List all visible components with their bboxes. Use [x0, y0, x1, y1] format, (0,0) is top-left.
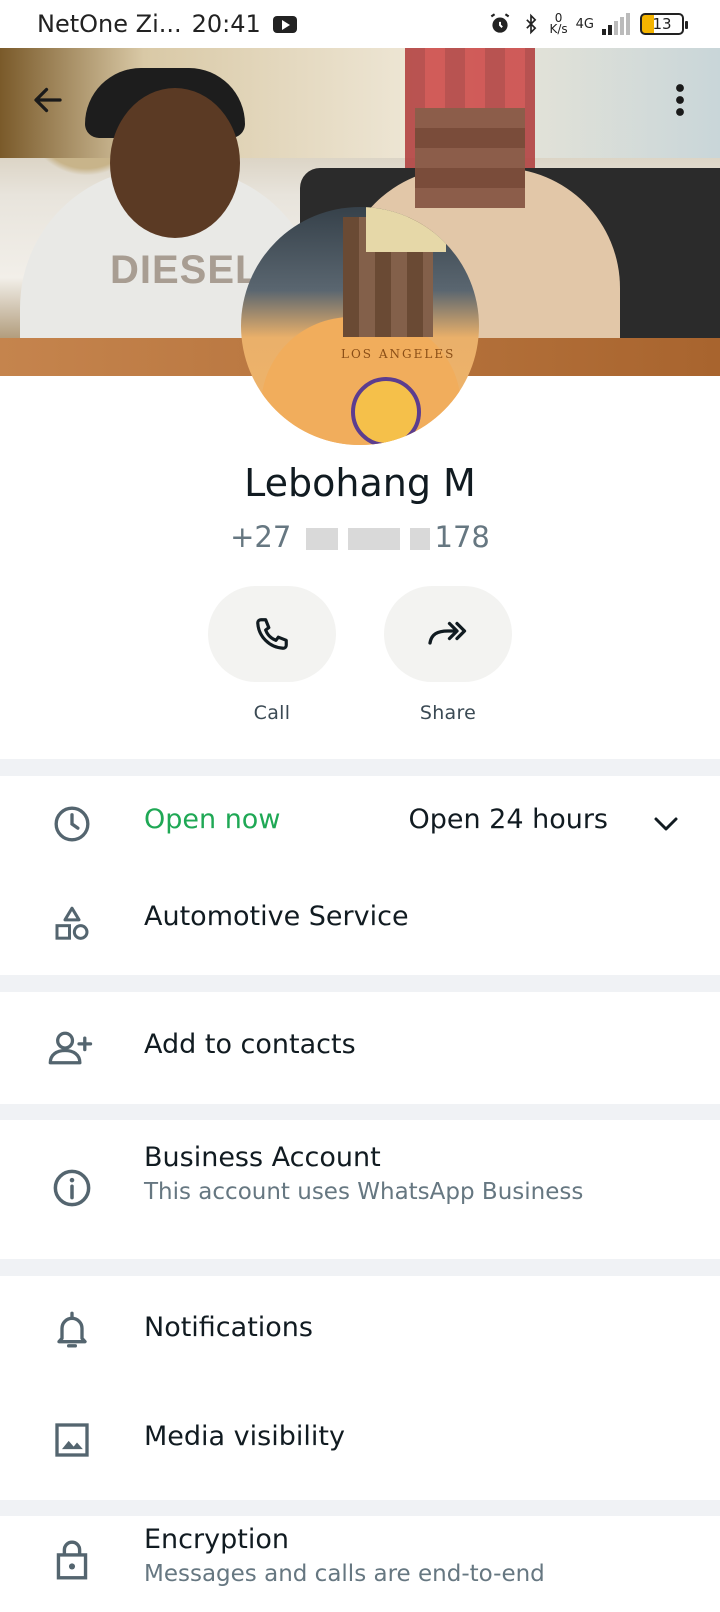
- bell-icon: [48, 1306, 96, 1354]
- phone-prefix: +27: [230, 520, 292, 554]
- media-visibility-row[interactable]: Media visibility: [0, 1388, 720, 1500]
- business-hours-card: Open now Open 24 hours Automotive Servic…: [0, 776, 720, 975]
- add-contact-label: Add to contacts: [144, 1029, 356, 1060]
- preferences-card: Notifications Media visibility: [0, 1276, 720, 1500]
- redacted-block: [409, 528, 430, 550]
- phone-icon: [256, 618, 288, 650]
- hours-row[interactable]: Open now Open 24 hours: [0, 776, 720, 872]
- business-title: Business Account: [144, 1142, 381, 1173]
- redacted-block: [305, 528, 338, 550]
- cover-shirt-text: DIESEL: [110, 248, 261, 292]
- battery-level: 13: [652, 15, 672, 33]
- category-label: Automotive Service: [144, 901, 409, 932]
- time-label: 20:41: [191, 10, 261, 38]
- business-subtitle: This account uses WhatsApp Business: [144, 1179, 584, 1205]
- business-account-card[interactable]: Business Account This account uses Whats…: [0, 1120, 720, 1259]
- hours-value: Open 24 hours: [408, 804, 608, 835]
- media-visibility-label: Media visibility: [144, 1421, 345, 1452]
- avatar[interactable]: LOS ANGELES: [241, 207, 479, 445]
- image-icon: [48, 1416, 96, 1464]
- category-row: Automotive Service: [0, 872, 720, 972]
- status-bar: NetOne Zi... 20:41 0 K/s 4G 13: [0, 0, 720, 48]
- business-text: Business Account This account uses Whats…: [144, 1142, 583, 1205]
- add-person-icon: [46, 1024, 94, 1072]
- open-status: Open now: [144, 804, 281, 835]
- call-label: Call: [253, 702, 291, 724]
- bluetooth-icon: [526, 13, 537, 35]
- speed-unit: K/s: [549, 22, 568, 36]
- info-icon: [48, 1164, 96, 1212]
- encryption-card[interactable]: Encryption Messages and calls are end-to…: [0, 1516, 720, 1612]
- encryption-subtitle: Messages and calls are end-to-end: [144, 1561, 545, 1587]
- avatar-shirt-text: LOS ANGELES: [341, 347, 456, 361]
- share-action[interactable]: Share: [384, 586, 512, 724]
- lock-icon: [48, 1536, 96, 1584]
- category-icon: [48, 900, 96, 948]
- notifications-label: Notifications: [144, 1312, 313, 1343]
- battery-icon: 13: [640, 13, 688, 35]
- encryption-text: Encryption Messages and calls are end-to…: [144, 1524, 545, 1587]
- call-action[interactable]: Call: [208, 586, 336, 724]
- arrow-back-icon: [34, 87, 62, 113]
- share-button[interactable]: [384, 586, 512, 682]
- call-button[interactable]: [208, 586, 336, 682]
- share-label: Share: [419, 702, 477, 724]
- youtube-icon: [272, 15, 297, 33]
- more-options-button[interactable]: [640, 48, 720, 152]
- chevron-down-icon[interactable]: [646, 804, 686, 844]
- share-icon: [428, 621, 467, 645]
- more-vert-icon: [676, 84, 684, 116]
- encryption-title: Encryption: [144, 1524, 289, 1555]
- contact-name: Lebohang M: [244, 461, 476, 505]
- network-speed: 0 K/s: [549, 12, 568, 36]
- signal-icon: [602, 13, 630, 35]
- carrier-label: NetOne Zi...: [37, 10, 182, 38]
- alarm-icon: [491, 13, 510, 33]
- back-button[interactable]: [0, 48, 96, 152]
- notifications-row[interactable]: Notifications: [0, 1276, 720, 1388]
- network-type: 4G: [575, 16, 594, 32]
- redacted-block: [347, 528, 400, 550]
- add-contact-card[interactable]: Add to contacts: [0, 992, 720, 1104]
- phone-suffix: 178: [434, 520, 490, 554]
- clock-icon: [48, 800, 96, 848]
- contact-phone: +27 178: [0, 520, 720, 554]
